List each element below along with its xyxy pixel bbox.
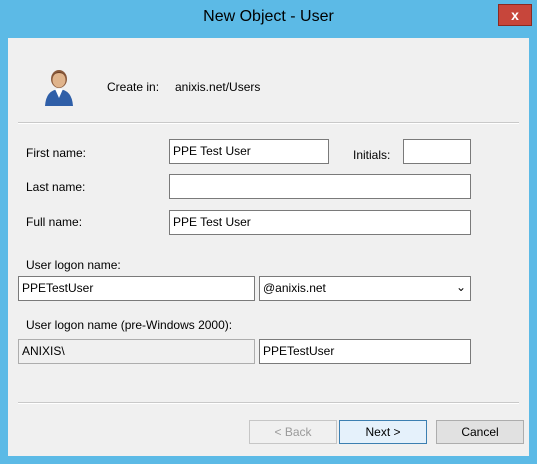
title-bar[interactable]: New Object - User x xyxy=(0,0,537,38)
full-name-label: Full name: xyxy=(26,215,83,229)
dialog-title: New Object - User xyxy=(203,8,334,25)
last-name-field[interactable] xyxy=(169,174,471,199)
create-in-label: Create in: xyxy=(107,80,160,94)
initials-field[interactable] xyxy=(403,139,471,164)
close-button[interactable]: x xyxy=(498,4,532,26)
first-name-label: First name: xyxy=(26,146,87,160)
logon-name-field[interactable]: PPETestUser xyxy=(18,276,255,301)
dialog-body: Create in: anixis.net/Users First name: … xyxy=(8,38,529,456)
domain-select[interactable]: @anixis.net ⌄ xyxy=(259,276,471,301)
domain-select-value: @anixis.net xyxy=(263,281,326,295)
last-name-label: Last name: xyxy=(26,180,86,194)
next-button[interactable]: Next > xyxy=(339,420,427,444)
chevron-down-icon: ⌄ xyxy=(455,280,466,294)
back-button[interactable]: < Back xyxy=(249,420,337,444)
pre2000-name-field[interactable]: PPETestUser xyxy=(259,339,471,364)
pre2000-label: User logon name (pre-Windows 2000): xyxy=(26,318,233,332)
logon-name-label: User logon name: xyxy=(26,258,121,272)
full-name-field[interactable]: PPE Test User xyxy=(169,210,471,235)
cancel-button[interactable]: Cancel xyxy=(436,420,524,444)
top-separator xyxy=(18,122,519,124)
new-user-dialog: New Object - User x Create in: anixis.ne… xyxy=(0,0,537,464)
first-name-field[interactable]: PPE Test User xyxy=(169,139,329,164)
pre2000-domain-field: ANIXIS\ xyxy=(18,339,255,364)
create-in-path: anixis.net/Users xyxy=(175,80,261,94)
user-icon xyxy=(45,70,73,106)
bottom-separator xyxy=(18,402,519,404)
initials-label: Initials: xyxy=(353,148,391,162)
